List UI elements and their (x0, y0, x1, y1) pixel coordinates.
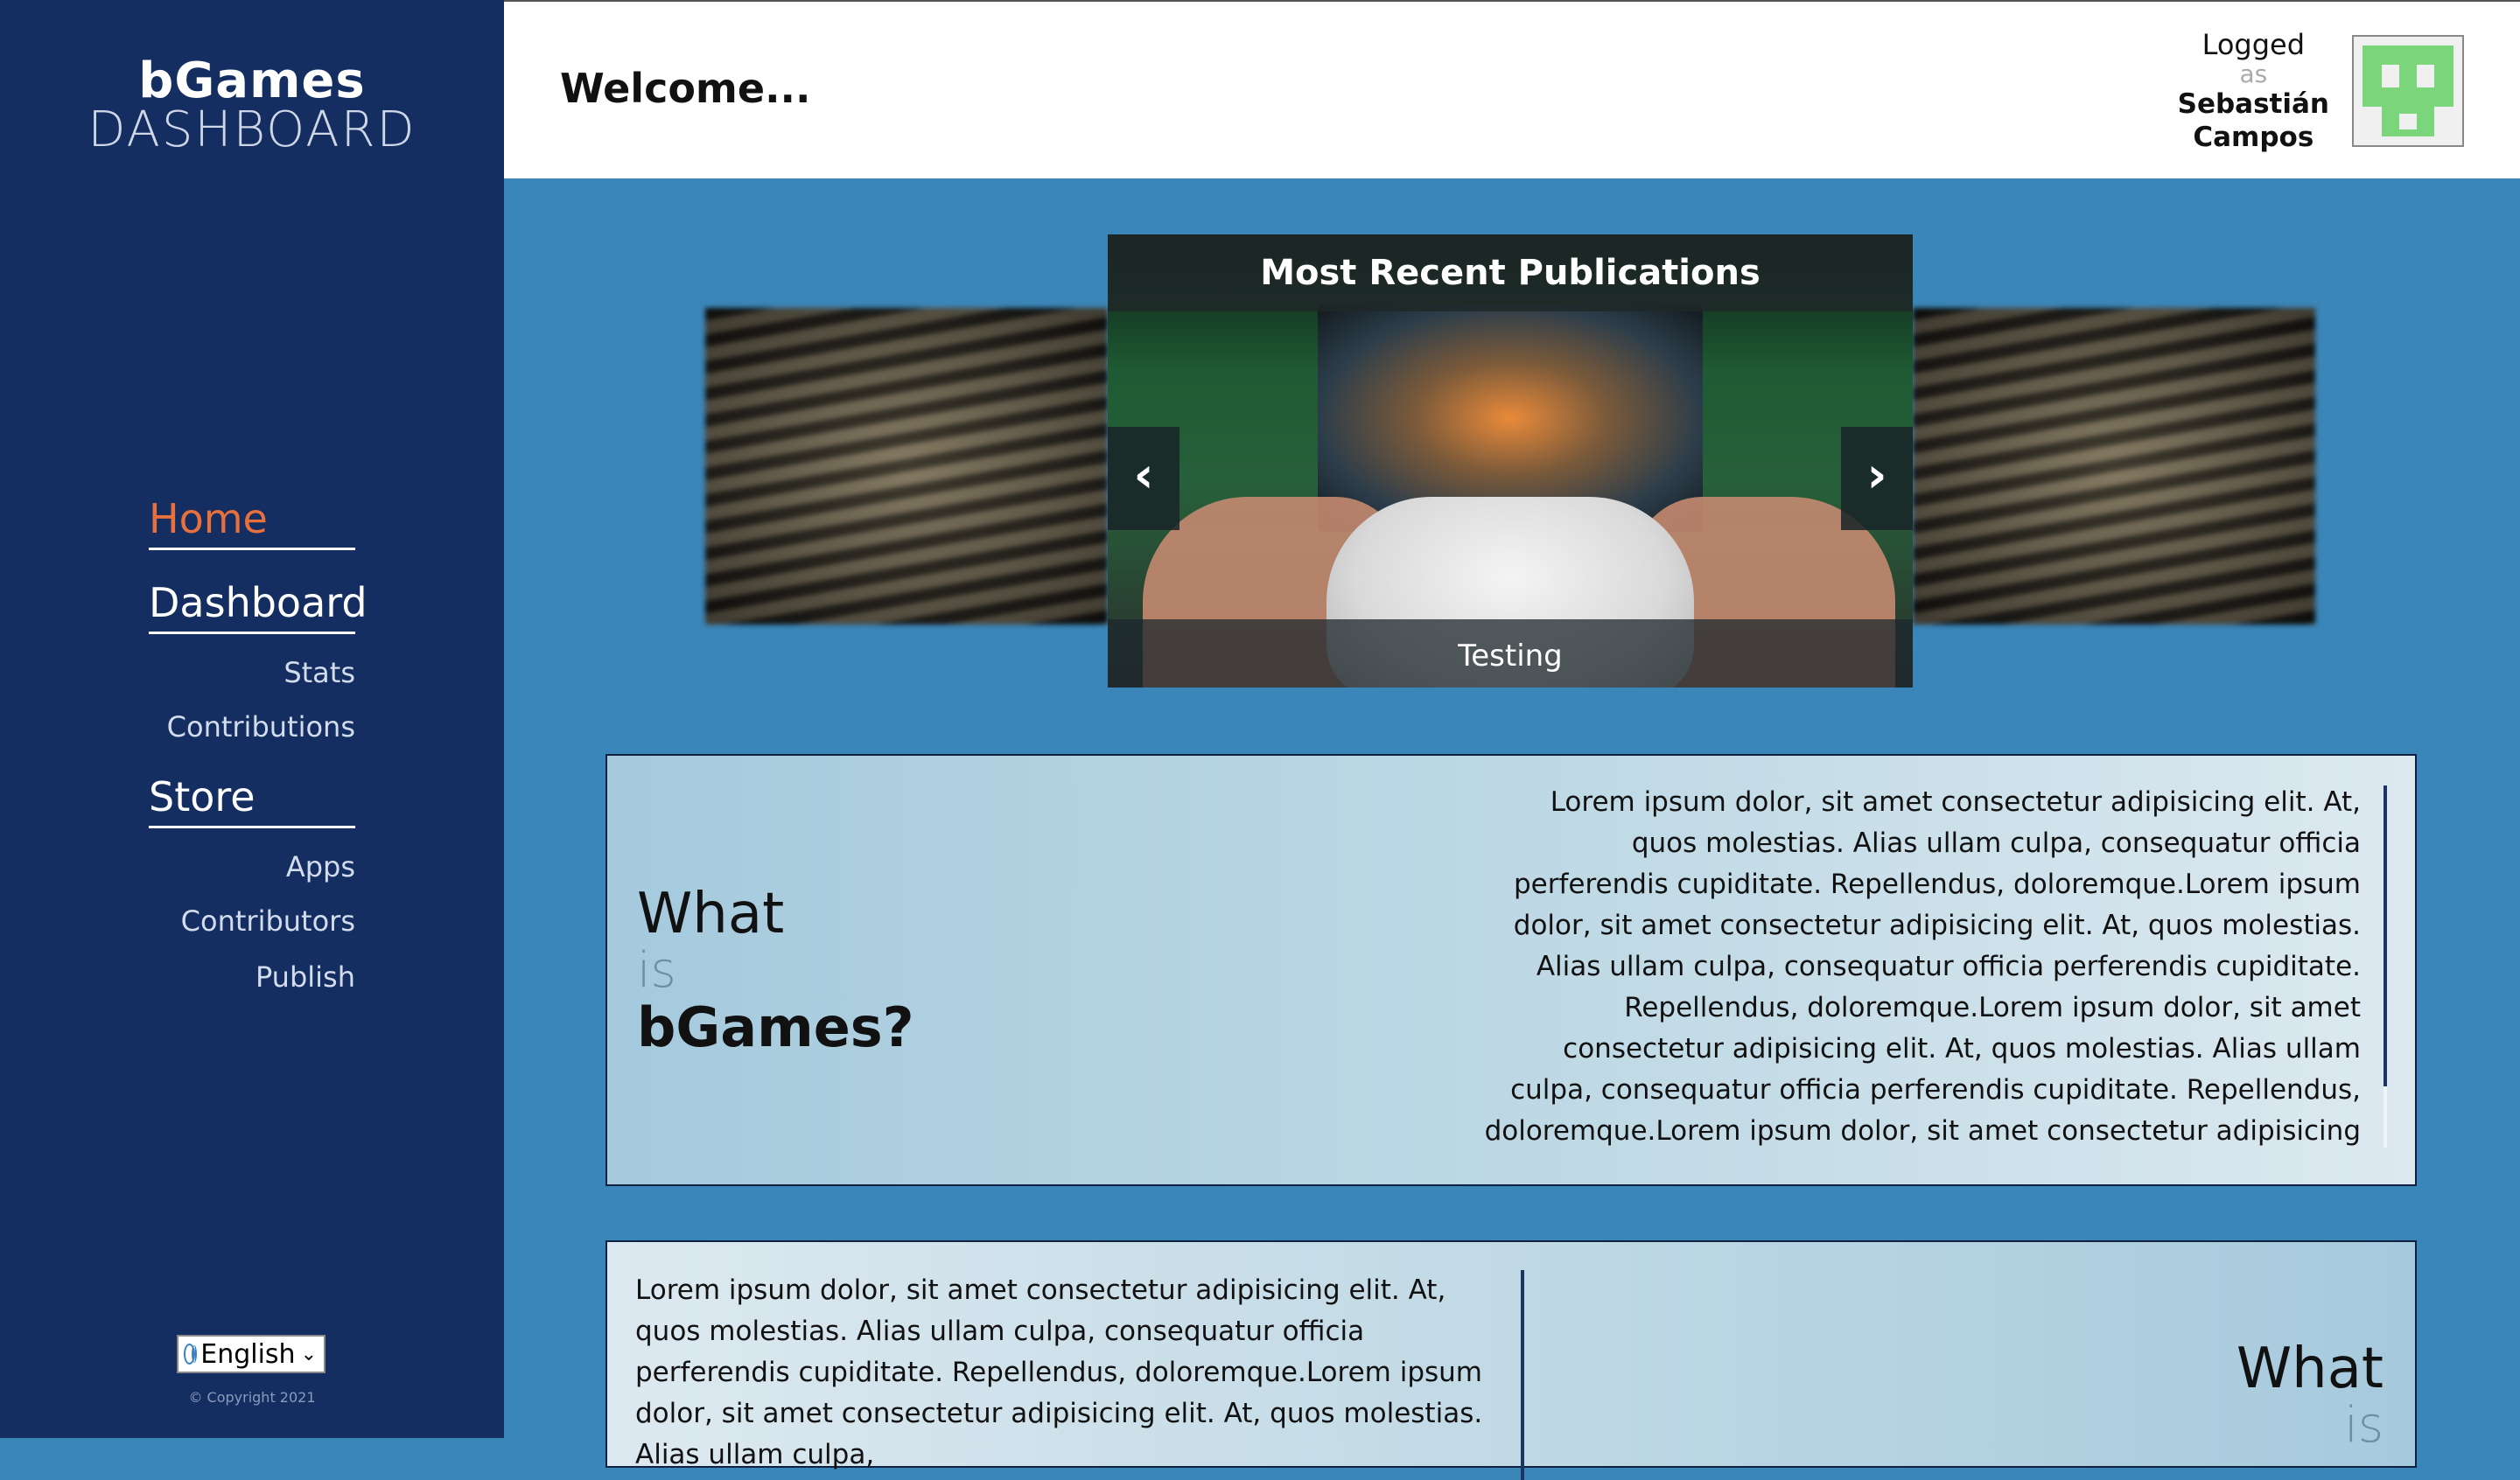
carousel-current-image[interactable]: Most Recent Publications ‹ › Testing (1108, 234, 1913, 688)
card-description: Lorem ipsum dolor, sit amet consectetur … (635, 1274, 1483, 1470)
top-header: Welcome... Logged as Sebastián Campos (504, 0, 2520, 178)
as-label: as (2239, 59, 2268, 88)
logged-label: Logged (2202, 28, 2306, 61)
card-description: Lorem ipsum dolor, sit amet consectetur … (1484, 786, 2361, 1147)
info-card-2: Lorem ipsum dolor, sit amet consectetur … (606, 1240, 2417, 1480)
welcome-title: Welcome... (560, 65, 811, 112)
nav-contributors[interactable]: Contributors (181, 904, 355, 938)
heading-bgames: bGames? (637, 995, 914, 1059)
user-last-name: Campos (2193, 122, 2314, 153)
globe-icon (184, 1344, 198, 1365)
heading-what: What (2236, 1337, 2384, 1401)
carousel-next-button[interactable]: › (1841, 427, 1913, 530)
nav-dashboard[interactable]: Dashboard (149, 579, 368, 634)
carousel-prev-image[interactable] (705, 308, 1108, 625)
scrollbar-rest (2384, 1086, 2387, 1148)
language-value: English (200, 1338, 296, 1370)
nav-home[interactable]: Home (149, 495, 355, 550)
identicon-icon (2362, 45, 2454, 136)
nav-publish[interactable]: Publish (256, 960, 355, 994)
language-select[interactable]: English ⌄ (177, 1335, 326, 1373)
what-is-heading: What is bGames? (637, 883, 914, 1058)
copyright: © Copyright 2021 (188, 1389, 316, 1406)
nav-contributions[interactable]: Contributions (167, 710, 355, 743)
carousel-next-image[interactable] (1913, 308, 2315, 625)
sidebar: bGames DASHBOARD Home Dashboard Stats Co… (0, 0, 504, 1438)
nav-store[interactable]: Store (149, 773, 355, 828)
what-is-heading: What is (2236, 1338, 2384, 1452)
carousel-title: Most Recent Publications (1108, 234, 1913, 311)
user-info: Logged as Sebastián Campos (2178, 28, 2329, 154)
chevron-down-icon: ⌄ (300, 1343, 317, 1365)
scrollbar-track[interactable] (2384, 785, 2387, 1086)
scrollbar-track[interactable] (1521, 1270, 1524, 1480)
info-card-1: What is bGames? Lorem ipsum dolor, sit a… (606, 754, 2417, 1186)
brand-subtitle: DASHBOARD (88, 101, 416, 158)
carousel-caption: Testing (1108, 619, 1913, 688)
nav-apps[interactable]: Apps (286, 850, 355, 883)
heading-what: What (637, 882, 785, 946)
user-first-name: Sebastián (2177, 88, 2329, 120)
carousel-prev-button[interactable]: ‹ (1108, 427, 1180, 530)
heading-is: is (637, 942, 676, 999)
nav-stats[interactable]: Stats (284, 656, 355, 689)
heading-is: is (2344, 1397, 2384, 1454)
avatar[interactable] (2352, 35, 2464, 147)
